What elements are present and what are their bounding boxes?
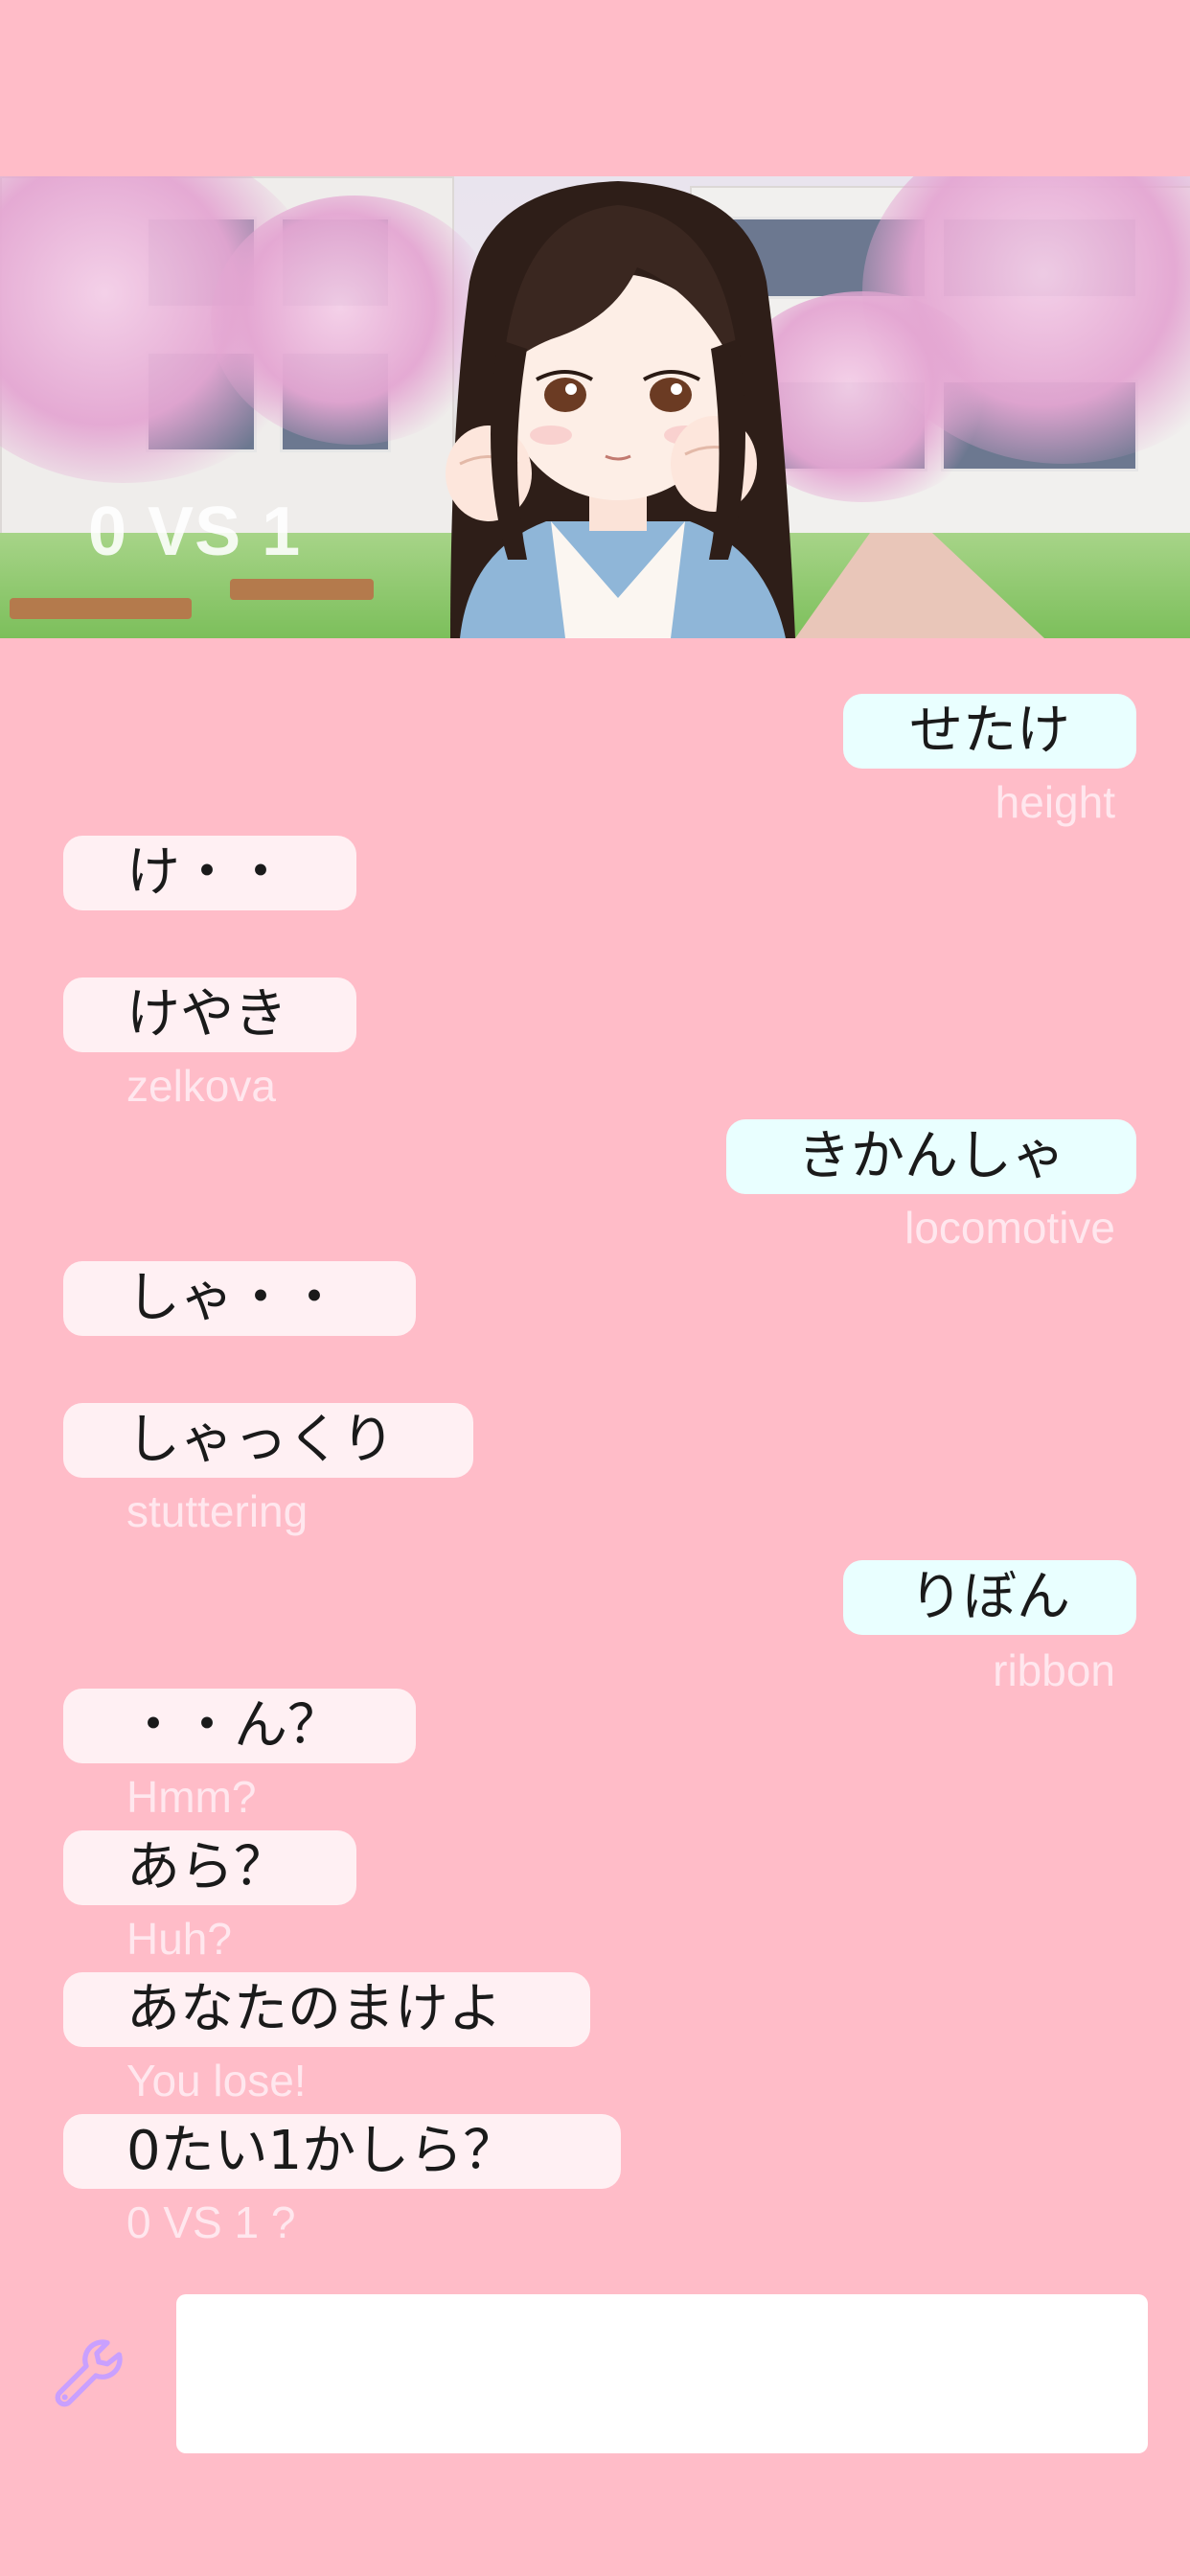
message-translation: ribbon [993,1645,1115,1695]
player-message-bubble: せたけ [843,694,1136,769]
message-translation: 0 VS 1 ? [126,2197,296,2247]
opponent-message-bubble: しゃ・・ [63,1261,416,1336]
player-message-bubble: りぼん [843,1560,1136,1635]
opponent-message-bubble: あなたのまけよ [63,1972,590,2047]
opponent-message-bubble: あら？ [63,1830,356,1905]
message-translation: stuttering [126,1486,309,1536]
message-input[interactable] [176,2294,1148,2453]
player-message-bubble: きかんしゃ [726,1119,1136,1194]
header-banner: 0 VS 1 [0,176,1190,638]
message-translation: zelkova [126,1061,276,1111]
character-illustration [446,181,795,638]
opponent-message-bubble: け・・ [63,836,356,910]
message-translation: Huh? [126,1914,232,1964]
opponent-message-bubble: しゃっくり [63,1403,473,1478]
opponent-message-bubble: 0たい1かしら？ [63,2114,621,2189]
bench [230,579,374,600]
message-translation: locomotive [904,1203,1115,1253]
wrench-icon[interactable] [50,2334,126,2411]
message-translation: You lose! [126,2056,307,2105]
message-translation: height [995,777,1115,827]
opponent-message-bubble: けやき [63,978,356,1052]
score-overlay: 0 VS 1 [88,494,302,570]
bench [10,598,192,619]
opponent-message-bubble: ・・ん？ [63,1689,416,1763]
message-translation: Hmm? [126,1772,257,1822]
